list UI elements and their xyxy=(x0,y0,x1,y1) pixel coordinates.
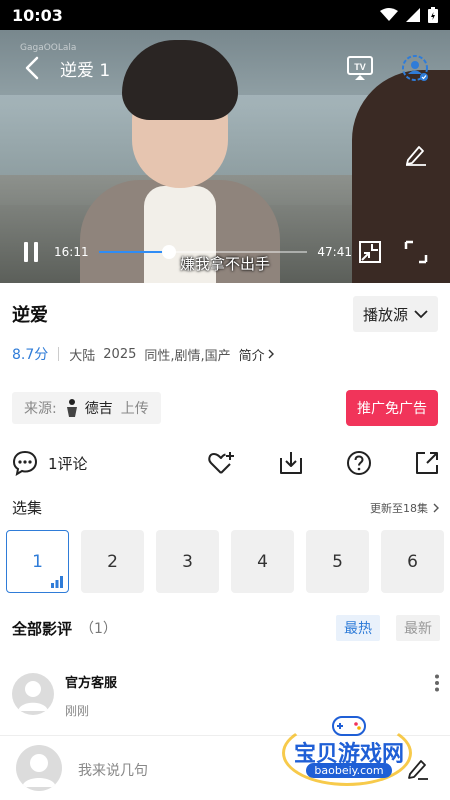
intro-link[interactable]: 简介 xyxy=(239,345,275,364)
video-subtitle: 嫌我拿不出手 xyxy=(179,255,270,273)
favorite-add-icon[interactable] xyxy=(208,450,236,476)
episode-item[interactable]: 5 xyxy=(306,530,369,593)
chevron-left-icon xyxy=(25,56,39,80)
episodes-header: 选集 更新至18集 xyxy=(12,497,440,518)
episode-number: 4 xyxy=(257,551,268,572)
site-watermark: 宝贝游戏网 baobeiy.com xyxy=(276,706,422,786)
episode-list: 1 2 3 4 5 6 xyxy=(6,530,444,593)
chevron-down-icon xyxy=(414,310,428,319)
avatar[interactable] xyxy=(12,673,54,715)
uploader-box[interactable]: 来源: 德吉 上传 xyxy=(12,392,161,424)
svg-text:TV: TV xyxy=(354,62,366,72)
comment-icon xyxy=(12,450,38,476)
episode-number: 1 xyxy=(32,551,43,572)
review-user[interactable]: 官方客服 xyxy=(65,672,117,691)
show-region: 大陆 xyxy=(69,348,96,364)
source-select-button[interactable]: 播放源 xyxy=(352,296,438,332)
chevron-right-icon xyxy=(433,503,439,512)
episode-number: 2 xyxy=(107,551,118,572)
episode-item[interactable]: 4 xyxy=(231,530,294,593)
wifi-icon xyxy=(380,8,398,21)
member-avatar-icon[interactable] xyxy=(400,53,430,83)
download-icon[interactable] xyxy=(278,450,304,476)
reviews-label: 全部影评 xyxy=(12,619,73,638)
uploader-action: 上传 xyxy=(120,401,149,417)
gamepad-icon xyxy=(332,716,366,736)
divider xyxy=(58,347,60,361)
chevron-right-icon xyxy=(268,349,274,359)
episodes-update-text: 更新至18集 xyxy=(370,501,428,515)
action-row: 1评论 xyxy=(12,446,440,480)
episode-item[interactable]: 6 xyxy=(381,530,444,593)
intro-label: 简介 xyxy=(238,348,265,364)
reviews-header: 全部影评 （1） 最热 最新 xyxy=(12,614,440,642)
cellular-icon xyxy=(406,8,420,22)
episode-item[interactable]: 2 xyxy=(81,530,144,593)
battery-icon xyxy=(428,7,438,23)
show-score: 8.7分 xyxy=(12,347,49,363)
sort-hot-button[interactable]: 最热 xyxy=(336,615,380,641)
show-title-row: 逆爱 播放源 xyxy=(12,296,438,332)
uploader-name: 德吉 xyxy=(84,401,113,417)
user-avatar-icon xyxy=(22,754,56,787)
more-vertical-icon xyxy=(435,674,439,692)
back-button[interactable] xyxy=(20,56,44,80)
site-url: baobeiy.com xyxy=(306,763,392,778)
uploader-label: 来源: xyxy=(24,401,57,417)
show-year: 2025 xyxy=(103,346,137,362)
playing-bars-icon xyxy=(51,576,63,588)
player-episode-title: 逆爱 1 xyxy=(60,60,111,81)
episode-item[interactable]: 3 xyxy=(156,530,219,593)
comment-count: 1评论 xyxy=(48,454,88,473)
pencil-icon xyxy=(406,146,426,166)
help-icon[interactable] xyxy=(346,450,372,476)
sort-new-button[interactable]: 最新 xyxy=(396,615,440,641)
status-time: 10:03 xyxy=(12,5,63,25)
show-meta: 8.7分 大陆 2025 同性,剧情,国产 简介 xyxy=(12,344,275,364)
review-time: 刚刚 xyxy=(65,704,90,718)
avatar xyxy=(16,745,62,791)
tv-cast-icon[interactable]: TV xyxy=(346,55,374,81)
comment-input[interactable]: 我来说几句 xyxy=(78,760,148,780)
show-genres: 同性,剧情,国产 xyxy=(144,348,231,364)
source-select-label: 播放源 xyxy=(362,305,408,324)
video-player[interactable]: 10:03 GagaOOLala 逆爱 1 TV 16:11 47:41 嫌我拿… xyxy=(0,0,450,283)
review-more-button[interactable] xyxy=(434,674,440,696)
episode-number: 6 xyxy=(407,551,418,572)
user-avatar-icon xyxy=(18,681,48,711)
status-bar: 10:03 xyxy=(0,0,450,30)
player-top-bar: 逆爱 1 TV xyxy=(0,48,450,88)
reviews-count: （1） xyxy=(80,621,117,637)
episode-number: 3 xyxy=(182,551,193,572)
promo-ad-free-button[interactable]: 推广免广告 xyxy=(346,390,438,426)
comment-button[interactable]: 1评论 xyxy=(12,450,88,476)
uploader-avatar-icon xyxy=(66,399,77,417)
episode-item[interactable]: 1 xyxy=(6,530,69,593)
episodes-label: 选集 xyxy=(12,499,43,517)
episode-number: 5 xyxy=(332,551,343,572)
share-icon[interactable] xyxy=(414,450,440,476)
danmaku-edit-button[interactable] xyxy=(404,142,428,170)
uploader-row: 来源: 德吉 上传 推广免广告 xyxy=(12,390,438,426)
show-title: 逆爱 xyxy=(12,305,48,326)
episodes-update-link[interactable]: 更新至18集 xyxy=(370,500,440,516)
